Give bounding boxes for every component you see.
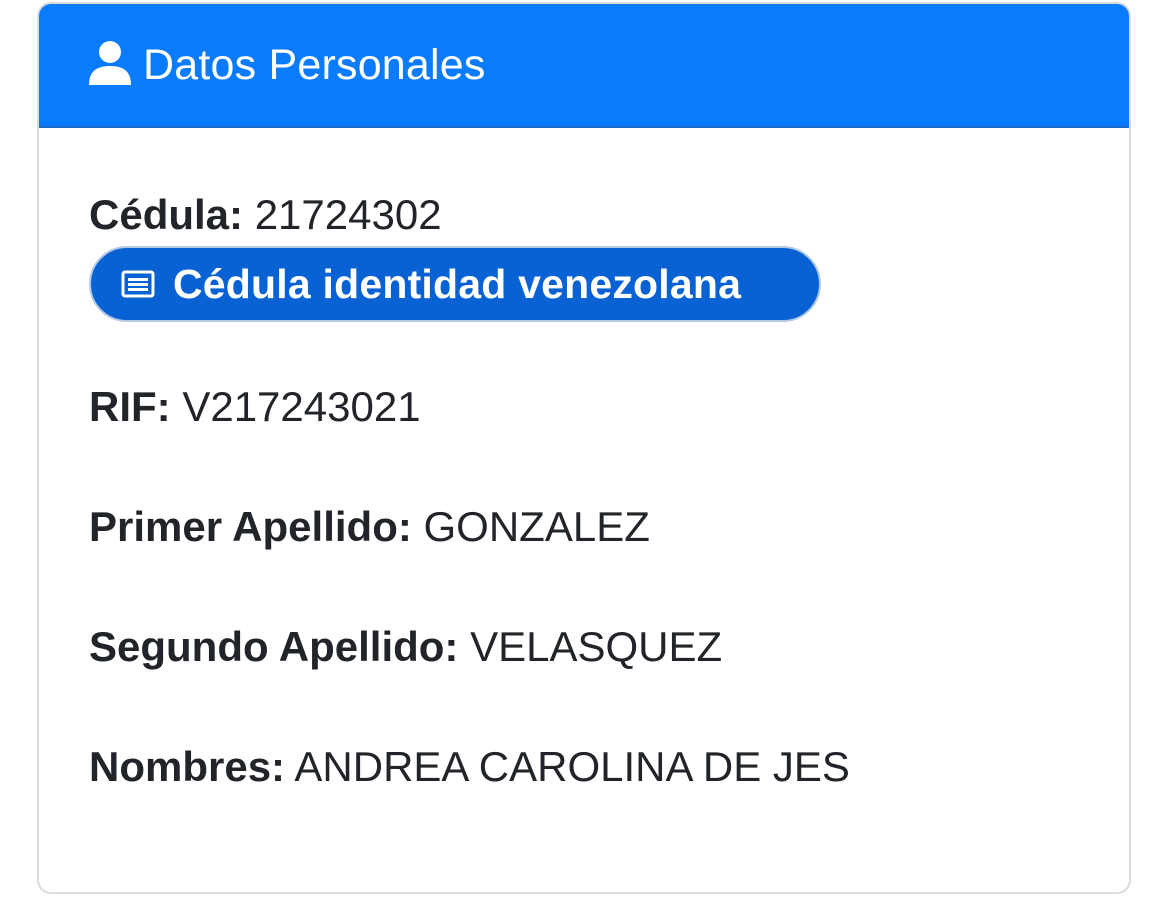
nombres-value: ANDREA CAROLINA DE JES [294,743,850,790]
segundo-apellido-label: Segundo Apellido: [89,623,459,670]
segundo-apellido-value: VELASQUEZ [470,623,723,670]
rif-label: RIF: [89,383,171,430]
personal-data-card: Datos Personales Cédula: 21724302 Cédula… [37,2,1131,894]
document-type-text: Cédula identidad venezolana [173,260,742,307]
user-icon [89,41,131,85]
rif-value: V217243021 [182,383,421,430]
primer-apellido-value: GONZALEZ [423,503,650,550]
cedula-field: Cédula: 21724302 [89,190,442,240]
nombres-field: Nombres: ANDREA CAROLINA DE JES [89,742,850,792]
card-header: Datos Personales [39,4,1129,128]
segundo-apellido-field: Segundo Apellido: VELASQUEZ [89,622,722,672]
cedula-label: Cédula: [89,191,244,238]
document-type-badge: Cédula identidad venezolana [89,246,821,322]
cedula-value: 21724302 [254,191,442,238]
primer-apellido-field: Primer Apellido: GONZALEZ [89,502,650,552]
id-card-icon [121,270,155,298]
rif-field: RIF: V217243021 [89,382,421,432]
card-title: Datos Personales [143,40,486,89]
primer-apellido-label: Primer Apellido: [89,503,412,550]
nombres-label: Nombres: [89,743,286,790]
